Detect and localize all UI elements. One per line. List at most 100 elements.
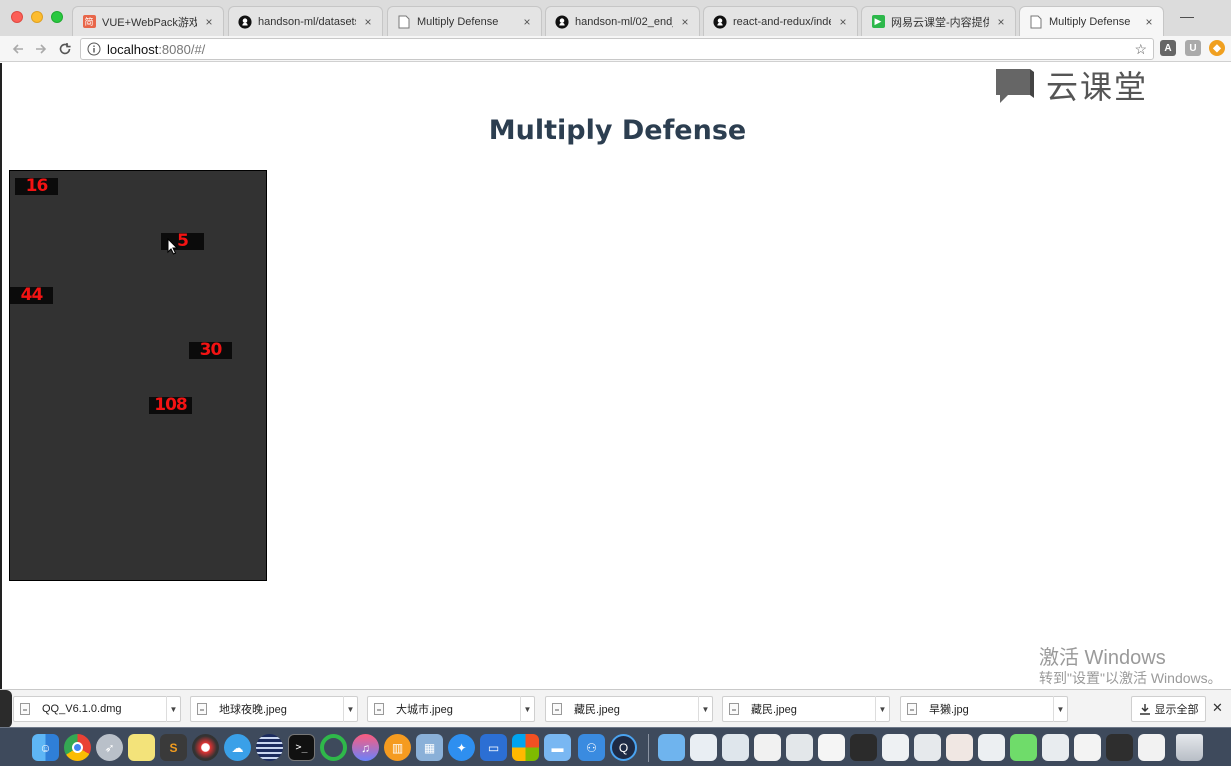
number-tile[interactable]: 16 xyxy=(15,178,58,195)
window-thumbnail[interactable] xyxy=(818,734,845,761)
download-item[interactable]: QQ_V6.1.0.dmg ▼ xyxy=(13,696,181,722)
launchpad-icon[interactable]: ➶ xyxy=(96,734,123,761)
windows-activation-watermark: 激活 Windows 转到"设置"以激活 Windows。 xyxy=(1039,647,1222,686)
show-all-downloads-button[interactable]: 显示全部 xyxy=(1131,696,1206,722)
tab-close-icon[interactable]: × xyxy=(1143,15,1155,29)
window-thumbnail[interactable] xyxy=(754,734,781,761)
screen-icon[interactable]: ▭ xyxy=(480,734,507,761)
download-menu-caret-icon[interactable]: ▼ xyxy=(520,696,534,722)
quicktime-icon[interactable]: Q xyxy=(610,734,637,761)
ibooks-icon[interactable]: ▥ xyxy=(384,734,411,761)
download-menu-caret-icon[interactable]: ▼ xyxy=(1053,696,1067,722)
tab-close-icon[interactable]: × xyxy=(203,15,215,29)
window-thumbnail[interactable] xyxy=(690,734,717,761)
sync-icon[interactable] xyxy=(320,734,347,761)
tab-close-icon[interactable]: × xyxy=(521,15,533,29)
tab-label: 网易云课堂-内容提供方 xyxy=(891,16,989,29)
window-thumbnail[interactable] xyxy=(850,734,877,761)
window-minimize-button[interactable] xyxy=(31,11,43,23)
tab-close-icon[interactable]: × xyxy=(837,15,849,29)
folder-icon[interactable]: ▬ xyxy=(544,734,571,761)
download-icon xyxy=(1139,704,1150,715)
extension-u-icon[interactable]: U xyxy=(1185,40,1201,56)
tab-study163[interactable]: ▶ 网易云课堂-内容提供方 × xyxy=(861,6,1016,36)
game-icon[interactable] xyxy=(192,734,219,761)
browser-toolbar: localhost:8080/#/ ☆ A U ◆ xyxy=(0,36,1231,62)
github-icon xyxy=(713,14,727,29)
download-item[interactable]: 旱獭.jpg ▼ xyxy=(900,696,1068,722)
tab-react-and-redux[interactable]: react-and-redux/index × xyxy=(703,6,858,36)
tab-handson-datasets[interactable]: handson-ml/datasets/ × xyxy=(228,6,383,36)
tab-close-icon[interactable]: × xyxy=(679,15,691,29)
documents-folder-icon[interactable] xyxy=(658,734,685,761)
finder-icon[interactable]: ☺ xyxy=(32,734,59,761)
page-title: Multiply Defense xyxy=(488,115,747,146)
tab-vue-webpack[interactable]: 简 VUE+WebPack游戏设计 × xyxy=(72,6,224,36)
window-thumbnail[interactable] xyxy=(882,734,909,761)
file-icon xyxy=(907,703,917,715)
number-tile[interactable]: 108 xyxy=(149,397,192,414)
tab-label: handson-ml/datasets/ xyxy=(258,15,356,28)
page-icon xyxy=(397,15,411,29)
window-thumbnail[interactable] xyxy=(786,734,813,761)
window-thumbnail[interactable] xyxy=(1106,734,1133,761)
preview-icon[interactable]: ▦ xyxy=(416,734,443,761)
window-maximize-button[interactable] xyxy=(51,11,63,23)
download-item[interactable]: 大城市.jpeg ▼ xyxy=(367,696,535,722)
url-host: localhost xyxy=(107,41,159,57)
itunes-icon[interactable]: ♫ xyxy=(352,734,379,761)
download-menu-caret-icon[interactable]: ▼ xyxy=(166,696,180,722)
tab-close-icon[interactable]: × xyxy=(995,15,1007,29)
safari-icon[interactable]: ✦ xyxy=(448,734,475,761)
address-bar[interactable]: localhost:8080/#/ ☆ xyxy=(80,38,1154,60)
window-close-button[interactable] xyxy=(11,11,23,23)
tab-label: Multiply Defense xyxy=(1049,15,1131,28)
tab-handson-end-to-end[interactable]: handson-ml/02_end_to × xyxy=(545,6,700,36)
book-logo-icon xyxy=(996,69,1034,103)
chrome-icon[interactable] xyxy=(64,734,91,761)
close-shelf-icon[interactable]: ✕ xyxy=(1212,700,1223,716)
number-tile[interactable]: 30 xyxy=(189,342,232,359)
window-thumbnail[interactable] xyxy=(1042,734,1069,761)
window-thumbnail[interactable] xyxy=(946,734,973,761)
tab-label: react-and-redux/index xyxy=(733,15,831,28)
tab-multiply-defense-active[interactable]: Multiply Defense × xyxy=(1019,6,1164,36)
download-filename: QQ_V6.1.0.dmg xyxy=(42,703,122,715)
netease-icon: 简 xyxy=(82,15,96,28)
download-menu-caret-icon[interactable]: ▼ xyxy=(875,696,889,722)
reload-button[interactable] xyxy=(55,39,75,59)
window-thumbnail[interactable] xyxy=(722,734,749,761)
tab-close-icon[interactable]: × xyxy=(362,15,374,29)
window-thumbnail[interactable] xyxy=(978,734,1005,761)
minimize-window-icon[interactable]: — xyxy=(1180,8,1194,24)
terminal-icon[interactable]: >_ xyxy=(288,734,315,761)
cloud-icon[interactable]: ☁ xyxy=(224,734,251,761)
window-thumbnail[interactable] xyxy=(914,734,941,761)
forward-button[interactable] xyxy=(31,39,51,59)
back-button[interactable] xyxy=(8,39,28,59)
watermark-title: 激活 Windows xyxy=(1039,647,1166,669)
windows-icon[interactable] xyxy=(512,734,539,761)
sublime-icon[interactable]: S xyxy=(160,734,187,761)
window-thumbnail[interactable] xyxy=(1138,734,1165,761)
window-thumbnail[interactable] xyxy=(1010,734,1037,761)
download-menu-caret-icon[interactable]: ▼ xyxy=(698,696,712,722)
window-thumbnail[interactable] xyxy=(1074,734,1101,761)
game-board[interactable]: 16 5 44 30 108 xyxy=(9,170,267,581)
number-tile[interactable]: 44 xyxy=(10,287,53,304)
download-item[interactable]: 藏民.jpeg ▼ xyxy=(545,696,713,722)
download-menu-caret-icon[interactable]: ▼ xyxy=(343,696,357,722)
bookmark-star-icon[interactable]: ☆ xyxy=(1134,41,1147,58)
shelf-handle xyxy=(0,690,12,728)
network-icon[interactable] xyxy=(256,734,283,761)
info-icon[interactable] xyxy=(87,42,101,56)
extension-orange-icon[interactable]: ◆ xyxy=(1209,40,1225,56)
download-filename: 旱獭.jpg xyxy=(929,704,969,716)
trash-icon[interactable] xyxy=(1176,734,1203,761)
notes-icon[interactable] xyxy=(128,734,155,761)
download-item[interactable]: 地球夜晚.jpeg ▼ xyxy=(190,696,358,722)
tab-multiply-defense-1[interactable]: Multiply Defense × xyxy=(387,6,542,36)
download-item[interactable]: 藏民.jpeg ▼ xyxy=(722,696,890,722)
share-icon[interactable]: ⚇ xyxy=(578,734,605,761)
extension-a-icon[interactable]: A xyxy=(1160,40,1176,56)
